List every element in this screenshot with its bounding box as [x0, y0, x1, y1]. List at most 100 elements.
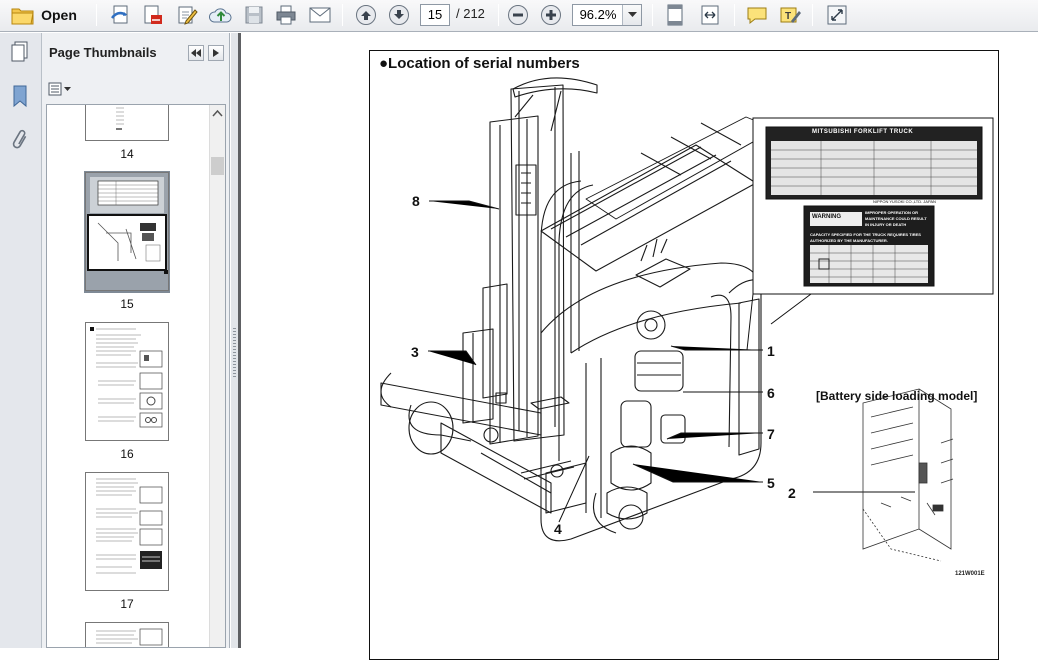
speech-bubble-icon — [747, 7, 767, 25]
comment-button[interactable] — [744, 3, 770, 27]
callout-number: 4 — [554, 521, 562, 537]
fit-page-icon — [667, 4, 683, 26]
toolbar-separator — [652, 4, 653, 26]
thumbnails-list[interactable]: 14 15 16 17 — [46, 104, 226, 648]
cloud-upload-icon — [209, 8, 232, 23]
export-pdf-button[interactable] — [140, 3, 166, 27]
page-preview — [96, 628, 163, 646]
page-preview — [96, 478, 163, 574]
scrollbar-thumb[interactable] — [211, 157, 224, 175]
previous-page-button[interactable] — [353, 3, 379, 27]
fit-width-button[interactable] — [696, 3, 724, 27]
toolbar-separator — [96, 4, 97, 26]
chevron-right-icon — [213, 49, 219, 57]
printer-icon — [276, 5, 296, 25]
double-chevron-left-icon — [191, 49, 201, 57]
navigation-pane — [0, 33, 42, 648]
full-screen-button[interactable] — [823, 3, 851, 27]
thumbnail-page-14[interactable] — [85, 105, 169, 141]
list-options-icon — [48, 82, 71, 96]
zoom-out-button[interactable] — [505, 3, 531, 27]
fit-page-button[interactable] — [662, 3, 688, 27]
pdf-document-icon — [144, 5, 162, 24]
warning-line: IN INJURY OR DEATH — [865, 222, 907, 227]
pages-icon — [11, 41, 28, 62]
print-button[interactable] — [273, 3, 299, 27]
highlight-text-button[interactable]: T — [777, 3, 803, 27]
edit-document-icon — [178, 6, 198, 25]
zoom-in-button[interactable] — [538, 3, 564, 27]
toolbar-separator — [498, 4, 499, 26]
callout-number: 8 — [412, 193, 420, 209]
bookmark-icon — [13, 85, 27, 108]
create-document-icon — [111, 5, 128, 24]
document-page: ●Location of serial numbers MITSUBISHI F… — [241, 33, 1038, 660]
thumbnail-options-button[interactable] — [48, 80, 74, 98]
arrow-down-icon — [389, 5, 409, 25]
open-label: Open — [41, 7, 77, 23]
paperclip-icon — [12, 129, 27, 149]
splitter-grip[interactable] — [233, 328, 236, 378]
collapse-panel-button[interactable] — [188, 45, 204, 61]
page-preview — [86, 173, 168, 290]
attachments-nav-button[interactable] — [8, 127, 32, 153]
open-button[interactable]: Open — [6, 3, 82, 27]
callout-number: 5 — [767, 475, 775, 491]
chevron-down-icon[interactable] — [622, 5, 641, 25]
upload-button[interactable] — [207, 3, 235, 27]
thumbnail-page-number: 16 — [120, 447, 134, 461]
callout-number: 2 — [788, 485, 796, 501]
email-button[interactable] — [306, 3, 334, 27]
nameplate-brand: MITSUBISHI FORKLIFT TRUCK — [812, 129, 914, 135]
thumbnail-page-number: 14 — [120, 147, 134, 161]
callout-number: 7 — [767, 426, 775, 442]
expand-icon — [827, 5, 847, 25]
warning-heading: WARNING — [812, 214, 841, 220]
callout-number: 1 — [767, 343, 775, 359]
thumbnail-page-16[interactable] — [85, 322, 169, 441]
fit-width-icon — [701, 5, 719, 25]
battery-side-illustration — [862, 388, 954, 562]
nameplate-maker: NIPPON YUSOKI CO.,LTD. JAPAN — [873, 199, 936, 204]
callout-number: 6 — [767, 385, 775, 401]
svg-text:T: T — [785, 11, 791, 22]
page-thumbnails-panel: Page Thumbnails 14 15 16 17 — [42, 33, 230, 648]
warning-line: IMPROPER OPERATION OR — [865, 210, 919, 215]
thumbnail-page-number: 17 — [120, 597, 134, 611]
callout-number: 3 — [411, 344, 419, 360]
save-button[interactable] — [242, 3, 266, 27]
warning-capacity: CAPACITY SPECIFIED FOR THE TRUCK REQUIRE… — [810, 232, 921, 237]
edit-button[interactable] — [174, 3, 200, 27]
floppy-disk-icon — [245, 6, 263, 24]
forklift-illustration — [380, 77, 994, 562]
figure-code: 121W001E — [955, 571, 985, 577]
thumbnails-scrollbar[interactable] — [209, 105, 225, 647]
page-preview — [116, 107, 124, 130]
thumbnail-page-15[interactable] — [85, 172, 169, 291]
scroll-up-arrow-icon[interactable] — [210, 107, 225, 121]
minus-circle-icon — [508, 5, 528, 25]
arrow-up-icon — [356, 5, 376, 25]
next-page-button[interactable] — [386, 3, 412, 27]
panel-splitter[interactable] — [231, 33, 238, 648]
page-number-input[interactable]: 15 — [420, 4, 450, 26]
page-preview — [90, 327, 163, 428]
battery-side-label: [Battery side loading model] — [816, 389, 978, 403]
document-viewport[interactable]: ●Location of serial numbers MITSUBISHI F… — [238, 33, 1038, 660]
warning-line: MAINTENANCE COULD RESULT — [865, 216, 927, 221]
plus-circle-icon — [541, 5, 561, 25]
page-thumbnails-nav-button[interactable] — [8, 39, 32, 65]
create-pdf-button[interactable] — [108, 3, 134, 27]
bookmarks-nav-button[interactable] — [8, 83, 32, 109]
toolbar-separator — [734, 4, 735, 26]
thumbnail-page-18[interactable] — [85, 622, 169, 647]
thumbnail-page-number: 15 — [120, 297, 134, 311]
toolbar-separator — [812, 4, 813, 26]
panel-title: Page Thumbnails — [49, 45, 157, 60]
warning-authorized: AUTHORIZED BY THE MANUFACTURER. — [810, 238, 888, 243]
toolbar: Open 15 / 212 96.2% T — [0, 0, 1038, 32]
panel-menu-button[interactable] — [208, 45, 224, 61]
zoom-select[interactable]: 96.2% — [572, 4, 642, 26]
thumbnail-page-17[interactable] — [85, 472, 169, 591]
page-total-label: / 212 — [456, 6, 485, 21]
